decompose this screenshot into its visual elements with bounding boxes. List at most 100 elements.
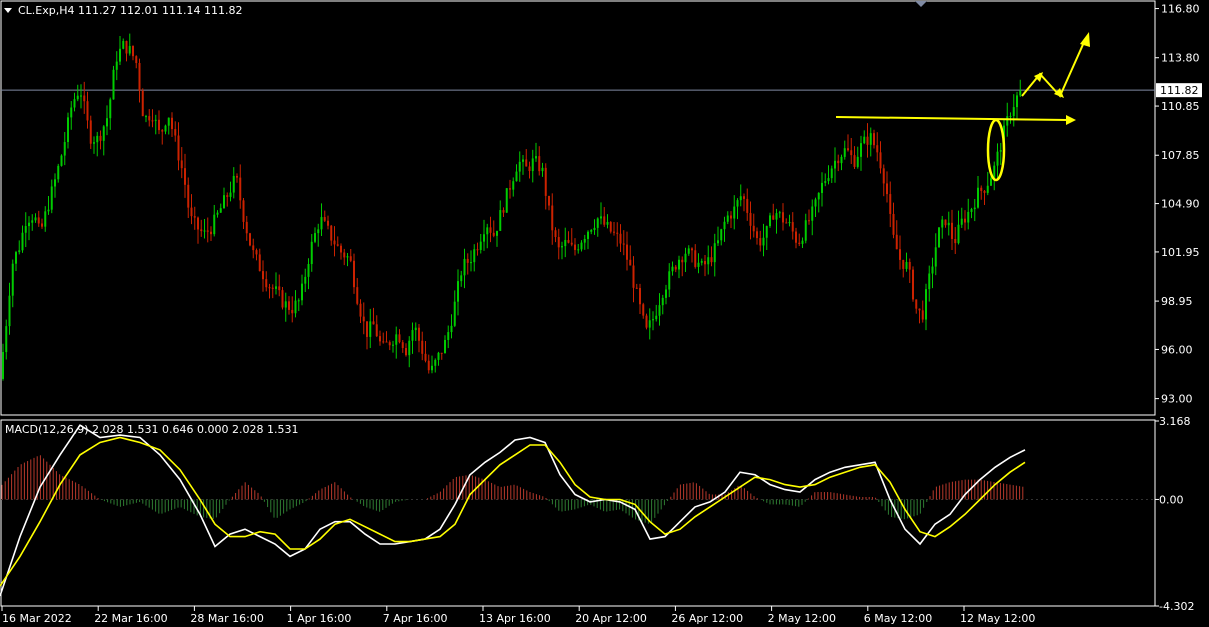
candle-body: [668, 271, 671, 290]
candle-body: [548, 195, 550, 206]
candle-body: [437, 352, 440, 360]
price-tick-label: 93.00: [1161, 393, 1193, 406]
candle-body: [288, 301, 290, 310]
candle-body: [424, 353, 427, 361]
candle-body: [528, 166, 531, 172]
candle-body: [726, 215, 729, 222]
candle-body: [249, 233, 251, 246]
candle-body: [905, 261, 908, 269]
candle-body: [834, 160, 836, 169]
candle-body: [255, 250, 258, 255]
time-tick-label: 12 May 12:00: [960, 612, 1035, 625]
candle-body: [193, 216, 196, 218]
candle-body: [574, 244, 576, 250]
time-tick-label: 1 Apr 16:00: [287, 612, 352, 625]
candle-body: [830, 168, 833, 179]
candle-body: [375, 324, 378, 337]
candle-body: [795, 231, 797, 243]
candle-body: [580, 242, 583, 250]
candle-body: [694, 250, 697, 267]
candle-body: [463, 258, 466, 276]
candle-body: [135, 56, 138, 64]
candle-body: [154, 119, 157, 121]
candle-body: [811, 206, 814, 221]
candle-body: [850, 150, 853, 156]
candle-body: [349, 256, 352, 261]
candle-body: [112, 69, 115, 100]
candle-body: [245, 221, 248, 234]
candle-body: [687, 248, 690, 254]
candle-body: [427, 360, 430, 371]
candle-body: [655, 315, 658, 320]
candle-body: [333, 240, 336, 245]
time-tick-label: 20 Apr 12:00: [575, 612, 647, 625]
macd-tick-label: 3.168: [1159, 415, 1191, 428]
candle-body: [401, 342, 404, 349]
candle-body: [460, 275, 463, 282]
candle-body: [756, 231, 758, 239]
candle-body: [996, 151, 999, 166]
candle-body: [57, 165, 60, 180]
candle-body: [801, 240, 804, 244]
price-tick-label: 96.00: [1161, 343, 1193, 356]
candle-body: [492, 232, 495, 236]
candle-body: [863, 136, 866, 144]
candle-body: [70, 107, 73, 118]
candle-body: [281, 290, 284, 308]
candle-body: [327, 220, 329, 226]
candle-body: [158, 119, 160, 131]
candle-body: [457, 281, 459, 302]
candle-body: [226, 195, 229, 197]
candle-body: [603, 216, 606, 225]
candle-body: [5, 326, 8, 353]
candle-body: [304, 276, 307, 284]
trading-chart[interactable]: 116.80 113.80 110.85 107.85 104.90 101.95 98.9…: [0, 0, 1209, 627]
candle-body: [405, 348, 407, 356]
candle-body: [941, 219, 944, 228]
candle-body: [148, 116, 151, 121]
candle-body: [1016, 95, 1018, 108]
candle-body: [102, 126, 105, 141]
candle-body: [713, 243, 716, 263]
candle-body: [414, 327, 417, 331]
candle-body: [239, 177, 242, 201]
candle-body: [206, 230, 209, 232]
candle-body: [593, 227, 596, 231]
candle-body: [567, 239, 570, 243]
candle-body: [879, 152, 882, 169]
candle-body: [947, 222, 950, 226]
candle-body: [1009, 115, 1012, 117]
macd-tick-label: 0.00: [1159, 493, 1184, 506]
candle-body: [317, 229, 320, 234]
candle-body: [310, 241, 313, 265]
candle-body: [346, 256, 349, 258]
candle-body: [479, 241, 482, 250]
candle-body: [151, 120, 154, 122]
candle-body: [18, 250, 21, 253]
candle-body: [73, 99, 76, 108]
candle-body: [486, 227, 489, 235]
candle-body: [307, 264, 310, 277]
candle-body: [707, 257, 710, 265]
candle-body: [128, 46, 131, 54]
candle-body: [450, 325, 453, 333]
candle-body: [908, 261, 911, 270]
candle-body: [583, 238, 586, 243]
candle-body: [600, 216, 602, 219]
candle-body: [356, 287, 359, 304]
candle-body: [200, 229, 203, 232]
candle-body: [606, 222, 609, 225]
candle-body: [138, 63, 141, 91]
candle-body: [964, 218, 966, 223]
candle-body: [619, 233, 622, 244]
candle-body: [395, 334, 398, 345]
candle-body: [86, 101, 89, 121]
candle-body: [876, 145, 879, 153]
candle-body: [541, 167, 544, 172]
candle-body: [642, 304, 645, 316]
candle-body: [470, 262, 472, 264]
candle-body: [164, 125, 167, 132]
candle-body: [314, 233, 316, 242]
candle-body: [434, 359, 437, 366]
candle-body: [983, 190, 986, 193]
